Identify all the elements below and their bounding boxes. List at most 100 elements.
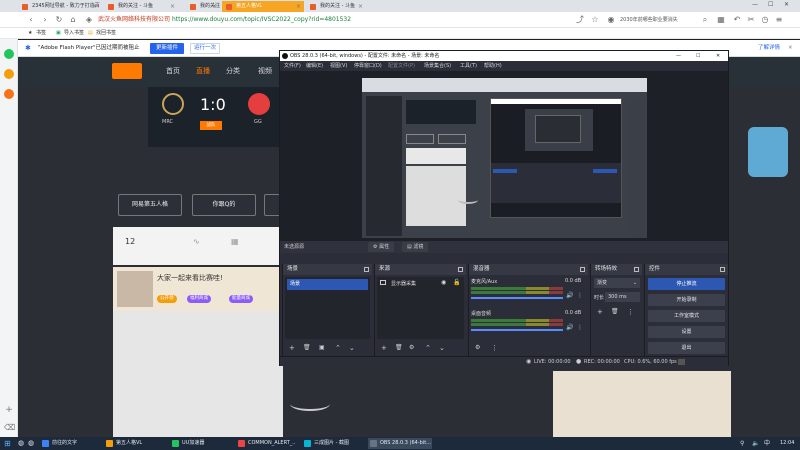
menu-help[interactable]: 帮助(H) [484, 61, 502, 71]
start-recording-button[interactable]: 开始录制 [648, 294, 725, 306]
back-icon[interactable]: ‹ [26, 15, 36, 25]
more-options-icon[interactable]: ⋮ [577, 292, 583, 299]
chevron-down-icon[interactable]: ⌄ [439, 342, 445, 354]
forward-icon[interactable]: › [40, 15, 50, 25]
ime-icon[interactable]: 中 [764, 437, 770, 450]
bookmark-item-2[interactable]: 找回书签 [96, 28, 116, 39]
bookmark-item-1[interactable]: 导入书签 [64, 28, 84, 39]
sidebar-app-icon[interactable] [4, 49, 14, 59]
more-options-icon[interactable]: ⋮ [577, 324, 583, 331]
settings-button[interactable]: 设置 [648, 326, 725, 338]
menu-profile[interactable]: 配置文件(P) [388, 61, 415, 71]
douyu-logo[interactable] [112, 63, 142, 79]
banner-tag-0[interactable]: 公开领 [157, 295, 177, 303]
tab-close-icon[interactable]: × [358, 1, 363, 12]
cut-icon[interactable]: ✂ [746, 15, 756, 25]
menu-file[interactable]: 文件(F) [284, 61, 301, 71]
windows-start-icon[interactable]: ⊞ [4, 437, 11, 450]
dock-popout-icon[interactable] [634, 267, 639, 272]
transition-select[interactable]: 渐变 ⌄ [594, 278, 640, 288]
browser-tab[interactable]: 我的关注 - 斗鱼× [306, 1, 366, 12]
nav-item-video[interactable]: 视频 [258, 66, 272, 76]
app-icon[interactable]: ◍ [18, 437, 24, 450]
trash-icon[interactable]: 🗑 [395, 342, 403, 354]
close-icon[interactable]: ✕ [716, 51, 720, 61]
exit-button[interactable]: 退出 [648, 342, 725, 354]
volume-slider[interactable] [471, 297, 563, 299]
eye-icon[interactable]: ◉ [441, 279, 446, 286]
app-icon[interactable]: ◍ [28, 437, 34, 450]
nav-item-live[interactable]: 直播 [196, 66, 210, 76]
browser-tab[interactable]: 第五人格VL × [222, 1, 304, 12]
dock-popout-icon[interactable] [458, 267, 463, 272]
speaker-icon[interactable]: 🔊 [566, 324, 573, 331]
lock-icon[interactable]: 🔓 [453, 279, 460, 286]
filters-button[interactable]: ▤ 滤镜 [402, 242, 429, 252]
sidebar-app-icon[interactable] [4, 69, 14, 79]
more-options-icon[interactable]: ⋮ [627, 306, 634, 318]
banner-tag-1[interactable]: 福利商城 [187, 295, 211, 303]
volume-slider[interactable] [471, 329, 563, 331]
banner-card[interactable]: 大家一起来看比赛哇! 公开领 福利商城 能量商城 [113, 267, 283, 311]
search-engine-icon[interactable]: ◉ [606, 15, 616, 25]
trash-icon[interactable]: 🗑 [611, 306, 619, 318]
menu-view[interactable]: 视图(V) [330, 61, 347, 71]
undo-icon[interactable]: ↶ [732, 15, 742, 25]
menu-edit[interactable]: 编辑(E) [306, 61, 323, 71]
minimize-icon[interactable]: — [752, 1, 758, 8]
maximize-icon[interactable]: ☐ [768, 1, 773, 8]
match-tab-0[interactable]: 网易第五人格 [118, 194, 182, 216]
home-icon[interactable]: ⌂ [68, 15, 78, 25]
taskbar-item[interactable]: UU加速器 [170, 438, 228, 449]
bookmark-item-0[interactable]: 书签 [36, 28, 46, 39]
add-icon[interactable]: + [597, 306, 603, 318]
add-icon[interactable]: + [381, 342, 387, 354]
network-icon[interactable]: ⚲ [740, 437, 744, 450]
tab-close-icon[interactable]: × [170, 1, 175, 12]
menu-icon[interactable]: ≡ [774, 15, 784, 25]
menu-tools[interactable]: 工具(T) [460, 61, 477, 71]
clock[interactable]: 12:04 [780, 437, 794, 450]
trash-icon[interactable]: ⌫ [4, 423, 15, 433]
taskbar-item[interactable]: 三成图片 - 截图 [302, 438, 362, 449]
studio-mode-button[interactable]: 工作室模式 [648, 310, 725, 322]
chevron-up-icon[interactable]: ⌃ [335, 342, 341, 354]
history-icon[interactable]: ◷ [760, 15, 770, 25]
shield-icon[interactable]: ◈ [84, 15, 94, 25]
add-icon[interactable]: + [4, 405, 14, 415]
search-icon[interactable]: ⌕ [700, 15, 710, 25]
chevron-up-icon[interactable]: ⌃ [425, 342, 431, 354]
chevron-down-icon[interactable]: ⌄ [349, 342, 355, 354]
banner-tag-2[interactable]: 能量商城 [229, 295, 253, 303]
obs-preview-canvas[interactable] [362, 78, 647, 238]
minimize-icon[interactable]: — [676, 51, 681, 61]
more-options-icon[interactable]: ⋮ [491, 342, 498, 354]
browser-tab[interactable]: 2345网址导航 - 致力于打造百年品牌× [18, 1, 100, 12]
extensions-icon[interactable]: ▦ [716, 15, 726, 25]
update-plugin-button[interactable]: 更新插件 [150, 43, 184, 54]
menu-scene-collection[interactable]: 场景集合(S) [424, 61, 451, 71]
gear-icon[interactable]: ⚙ [475, 342, 480, 354]
taskbar-item[interactable]: COMMON_ALERT_... [236, 438, 296, 449]
dock-popout-icon[interactable] [580, 267, 585, 272]
properties-button[interactable]: ⚙ 属性 [368, 242, 395, 252]
nav-item-category[interactable]: 分类 [226, 66, 240, 76]
match-tab-1[interactable]: 你跟Q的 [192, 194, 256, 216]
add-icon[interactable]: + [289, 342, 295, 354]
close-icon[interactable]: ✕ [788, 40, 793, 57]
refresh-icon[interactable]: ↻ [54, 15, 64, 25]
search-hint[interactable]: 2030年前哪些职业要消失 [620, 14, 700, 26]
nav-item-home[interactable]: 首页 [166, 66, 180, 76]
stop-streaming-button[interactable]: 停止推流 [648, 278, 725, 290]
tab-close-icon[interactable]: × [212, 1, 217, 12]
taskbar-item[interactable]: 前往的文字 [40, 438, 98, 449]
settings-icon[interactable]: ▣ [319, 342, 325, 354]
source-item[interactable]: 显示器采集 [379, 279, 462, 290]
sidebar-app-icon[interactable] [4, 89, 14, 99]
speaker-icon[interactable]: 🔊 [566, 292, 573, 299]
duration-input[interactable]: 300 ms [605, 292, 640, 302]
run-once-button[interactable]: 运行一次 [190, 43, 220, 54]
close-icon[interactable]: ✕ [784, 1, 789, 8]
url-input[interactable]: 武汉火鱼网络科技有限公司 https://www.douyu.com/topic… [98, 14, 608, 26]
share-icon[interactable]: ⤴ [575, 15, 585, 25]
